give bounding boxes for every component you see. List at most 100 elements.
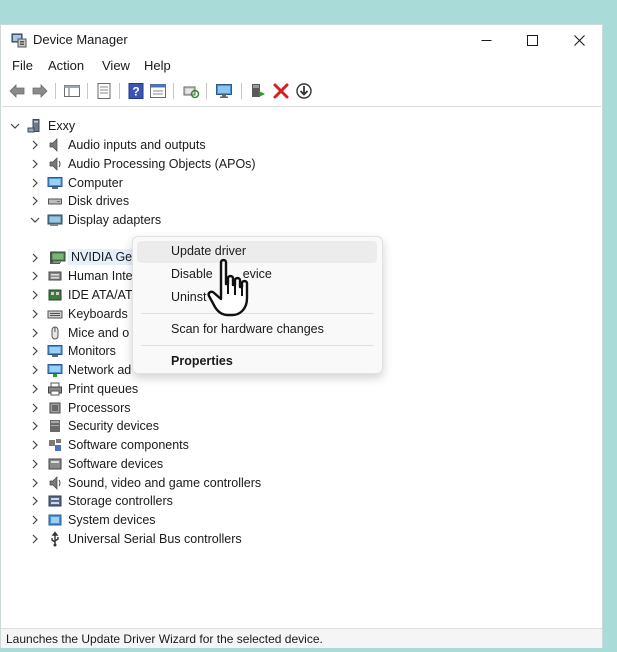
tree-category-label: Audio Processing Objects (APOs) — [68, 156, 256, 171]
tree-category-disk-drives[interactable]: Disk drives — [30, 192, 129, 210]
usb-icon — [51, 531, 59, 547]
menu-view[interactable]: View — [102, 58, 130, 73]
tree-category-label: Network ad — [68, 363, 132, 377]
scan-hardware-icon[interactable] — [182, 82, 200, 100]
minimize-button[interactable] — [463, 25, 509, 55]
tree-category-keyboards[interactable]: Keyboards — [30, 305, 128, 323]
show-hide-console-tree-icon[interactable] — [63, 82, 81, 100]
close-button[interactable] — [556, 25, 602, 55]
tree-category-audio-inputs-and-outputs[interactable]: Audio inputs and outputs — [30, 136, 206, 154]
context-menu-separator — [141, 345, 374, 346]
chevron-down-icon[interactable] — [30, 215, 40, 225]
tree-category-human-inte[interactable]: Human Inte — [30, 267, 133, 285]
chevron-right-icon[interactable] — [30, 365, 40, 375]
mouse-icon — [51, 326, 59, 339]
chevron-right-icon[interactable] — [30, 421, 40, 431]
maximize-button[interactable] — [509, 25, 555, 55]
tree-category-processors[interactable]: Processors — [30, 399, 131, 417]
tree-category-software-components[interactable]: Software components — [30, 436, 189, 454]
tree-category-network-ad[interactable]: Network ad — [30, 361, 131, 379]
tree-category-label: Sound, video and game controllers — [68, 475, 262, 490]
ctx-update-driver[interactable]: Update driver — [171, 244, 246, 258]
display-adapter-icon — [47, 214, 63, 226]
title-bar: Device Manager — [1, 25, 602, 55]
chevron-right-icon[interactable] — [30, 403, 40, 413]
download-driver-icon[interactable] — [295, 82, 313, 100]
tree-category-system-devices[interactable]: System devices — [30, 511, 156, 529]
tree-category-label: Universal Serial Bus controllers — [68, 531, 242, 546]
back-arrow-icon[interactable] — [8, 82, 26, 100]
tree-category-sound-video-and-game-controllers[interactable]: Sound, video and game controllers — [30, 474, 261, 492]
chevron-right-icon[interactable] — [30, 346, 40, 356]
chevron-right-icon[interactable] — [30, 459, 40, 469]
tree-category-label: Mice and o — [68, 325, 130, 340]
monitor-icon[interactable] — [215, 82, 233, 100]
monitor-icon — [47, 345, 63, 358]
toolbar-separator — [173, 83, 174, 99]
chevron-right-icon[interactable] — [30, 290, 40, 300]
uninstall-x-icon[interactable] — [272, 82, 290, 100]
hand-pointer-cursor-icon — [207, 258, 249, 317]
add-driver-icon[interactable] — [249, 82, 267, 100]
tree-category-audio-processing-objects-apos[interactable]: Audio Processing Objects (APOs) — [30, 155, 256, 173]
chevron-right-icon[interactable] — [30, 309, 40, 319]
tree-category-software-devices[interactable]: Software devices — [30, 455, 163, 473]
console-tree-icon[interactable] — [149, 82, 167, 100]
system-device-icon — [48, 514, 62, 526]
tree-category-label: Storage controllers — [68, 494, 173, 509]
status-bar: Launches the Update Driver Wizard for th… — [1, 628, 602, 648]
tree-category-label: Computer — [68, 175, 123, 190]
chevron-right-icon[interactable] — [30, 159, 40, 169]
chevron-right-icon[interactable] — [30, 178, 40, 188]
chevron-down-icon[interactable] — [10, 121, 20, 131]
storage-controller-icon — [48, 495, 62, 507]
minimize-icon — [481, 39, 491, 41]
chevron-right-icon[interactable] — [30, 440, 40, 450]
chevron-right-icon[interactable] — [30, 271, 40, 281]
ctx-properties[interactable]: Properties — [171, 354, 233, 368]
root-label: Exxy — [48, 119, 76, 133]
chevron-right-icon[interactable] — [30, 496, 40, 506]
tree-category-computer[interactable]: Computer — [30, 174, 123, 192]
tree-category-storage-controllers[interactable]: Storage controllers — [30, 492, 173, 510]
chevron-right-icon[interactable] — [30, 384, 40, 394]
tree-category-ide-ata-ata[interactable]: IDE ATA/ATA — [30, 286, 140, 304]
tree-root[interactable]: Exxy — [10, 117, 75, 135]
chevron-right-icon[interactable] — [30, 478, 40, 488]
tree-category-mice-and-o[interactable]: Mice and o — [30, 324, 129, 342]
chevron-right-icon[interactable] — [30, 515, 40, 525]
toolbar-separator — [206, 83, 207, 99]
chevron-right-icon[interactable] — [30, 253, 40, 263]
speaker-icon — [49, 138, 58, 152]
menu-file[interactable]: File — [12, 58, 33, 73]
tree-category-label: Software components — [68, 438, 189, 452]
tree-category-print-queues[interactable]: Print queues — [30, 380, 138, 398]
network-adapter-icon — [47, 364, 63, 377]
software-component-icon — [49, 439, 61, 451]
close-icon — [573, 34, 585, 46]
properties-icon[interactable] — [95, 82, 113, 100]
tree-category-label: Software devices — [68, 456, 164, 471]
tree-category-universal-serial-bus-controllers[interactable]: Universal Serial Bus controllers — [30, 530, 242, 548]
chevron-right-icon[interactable] — [30, 328, 40, 338]
toolbar-separator — [241, 83, 242, 99]
processor-icon — [49, 402, 61, 413]
tree-category-security-devices[interactable]: Security devices — [30, 417, 159, 435]
chevron-right-icon[interactable] — [30, 534, 40, 544]
tree-category-label: Display adapters — [68, 213, 162, 227]
keyboard-icon — [47, 310, 63, 319]
help-icon[interactable]: ? — [127, 82, 145, 100]
device-manager-icon — [11, 33, 27, 48]
menu-action[interactable]: Action — [48, 58, 84, 73]
chevron-right-icon[interactable] — [30, 140, 40, 150]
forward-arrow-icon[interactable] — [31, 82, 49, 100]
chevron-right-icon[interactable] — [30, 196, 40, 206]
tree-category-monitors[interactable]: Monitors — [30, 342, 116, 360]
ctx-scan-hardware[interactable]: Scan for hardware changes — [171, 322, 324, 336]
ctx-uninstall-device[interactable]: Uninst — [171, 290, 206, 304]
tree-category-label: Monitors — [68, 344, 116, 359]
tree-category-label: System devices — [68, 513, 156, 527]
tree-category-display-adapters[interactable]: Display adapters — [30, 211, 161, 229]
computer-icon — [47, 176, 63, 189]
menu-help[interactable]: Help — [144, 58, 171, 73]
